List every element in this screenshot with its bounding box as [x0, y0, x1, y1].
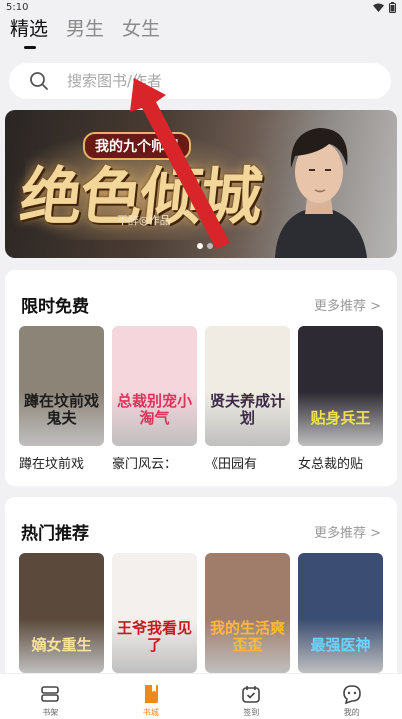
banner-author: 不醉◎作品	[117, 214, 171, 227]
section-header: 限时免费 更多推荐 >	[21, 292, 381, 317]
book-cover[interactable]: 总裁别宠小淘气	[112, 326, 197, 446]
banner-dot[interactable]	[207, 243, 213, 249]
profile-icon	[342, 685, 361, 705]
banner-character-image	[275, 128, 367, 258]
section-hot-recommend: 热门推荐 更多推荐 > 嫡女重生 王爷我看见了 我的生活爽歪歪 最强医神	[5, 497, 397, 697]
book-title: 《田园有	[205, 457, 258, 472]
book-cover-title: 嫡女重生	[31, 635, 92, 654]
section-limited-free: 限时免费 更多推荐 > 蹲在坟前戏鬼夫 蹲在坟前戏 总裁别宠小淘气 豪门风云： 贤夫养成…	[5, 270, 397, 486]
more-recommend-link[interactable]: 更多推荐 >	[314, 295, 381, 314]
book-cover[interactable]: 贴身兵王	[298, 326, 383, 446]
book-list: 蹲在坟前戏鬼夫 蹲在坟前戏 总裁别宠小淘气 豪门风云： 贤夫养成计划 《田园有 贴身兵王 女总…	[19, 326, 383, 472]
book-cover[interactable]: 蹲在坟前戏鬼夫	[19, 326, 104, 446]
book-cover[interactable]: 嫡女重生	[19, 553, 104, 673]
book-cover-title: 最强医神	[310, 635, 371, 654]
book-item[interactable]: 最强医神	[298, 553, 383, 673]
book-cover-title: 总裁别宠小淘气	[116, 392, 192, 427]
book-list: 嫡女重生 王爷我看见了 我的生活爽歪歪 最强医神	[19, 553, 383, 673]
book-cover[interactable]: 我的生活爽歪歪	[205, 553, 290, 673]
tab-female[interactable]: 女生	[122, 16, 160, 42]
section-header: 热门推荐 更多推荐 >	[21, 519, 381, 544]
banner-carousel[interactable]: 我的九个师姐 绝色倾城 不醉◎作品	[5, 110, 397, 258]
more-recommend-link[interactable]: 更多推荐 >	[314, 522, 381, 541]
book-item[interactable]: 贤夫养成计划《田园有	[205, 326, 290, 472]
checkin-icon	[242, 686, 261, 703]
bookstore-icon	[144, 685, 158, 703]
section-title: 限时免费	[21, 297, 89, 317]
book-cover-title: 我的生活爽歪歪	[209, 619, 285, 654]
search-bar[interactable]	[9, 63, 391, 99]
tab-featured[interactable]: 精选	[10, 16, 48, 49]
book-cover-title: 贴身兵王	[310, 408, 371, 427]
nav-bookstore[interactable]: 书城	[101, 674, 202, 719]
nav-bookshelf[interactable]: 书架	[0, 674, 101, 719]
banner-dot[interactable]	[197, 243, 203, 249]
nav-label: 书城	[142, 708, 159, 717]
nav-checkin[interactable]: 签到	[201, 674, 302, 719]
book-cover-title: 蹲在坟前戏鬼夫	[23, 392, 99, 427]
book-cover[interactable]: 最强医神	[298, 553, 383, 673]
top-tabs: 精选 男生 女生	[10, 16, 160, 50]
book-title: 豪门风云：	[112, 457, 178, 472]
nav-profile[interactable]: 我的	[302, 674, 402, 719]
book-title: 蹲在坟前戏	[19, 457, 85, 472]
status-icons	[373, 1, 396, 13]
search-input[interactable]	[67, 72, 367, 90]
book-cover-title: 王爷我看见了	[116, 619, 192, 654]
book-title: 女总裁的贴	[298, 457, 364, 472]
book-cover-title: 贤夫养成计划	[209, 392, 285, 427]
nav-label: 签到	[243, 708, 260, 717]
bookshelf-icon	[41, 686, 60, 702]
bottom-nav: 书架 书城 签到 我的	[0, 673, 402, 719]
book-cover[interactable]: 王爷我看见了	[112, 553, 197, 673]
tab-male[interactable]: 男生	[66, 16, 104, 42]
book-item[interactable]: 王爷我看见了	[112, 553, 197, 673]
book-item[interactable]: 我的生活爽歪歪	[205, 553, 290, 673]
book-item[interactable]: 贴身兵王女总裁的贴	[298, 326, 383, 472]
banner-dots	[197, 243, 213, 249]
book-item[interactable]: 蹲在坟前戏鬼夫蹲在坟前戏	[19, 326, 104, 472]
battery-icon	[389, 1, 396, 13]
nav-label: 我的	[343, 708, 360, 717]
book-item[interactable]: 嫡女重生	[19, 553, 104, 673]
status-bar: 5:10	[0, 0, 402, 14]
section-title: 热门推荐	[21, 524, 89, 544]
book-cover[interactable]: 贤夫养成计划	[205, 326, 290, 446]
search-icon	[30, 72, 48, 90]
wifi-icon	[373, 3, 384, 12]
book-item[interactable]: 总裁别宠小淘气豪门风云：	[112, 326, 197, 472]
nav-label: 书架	[42, 708, 59, 717]
status-time: 5:10	[6, 1, 29, 13]
